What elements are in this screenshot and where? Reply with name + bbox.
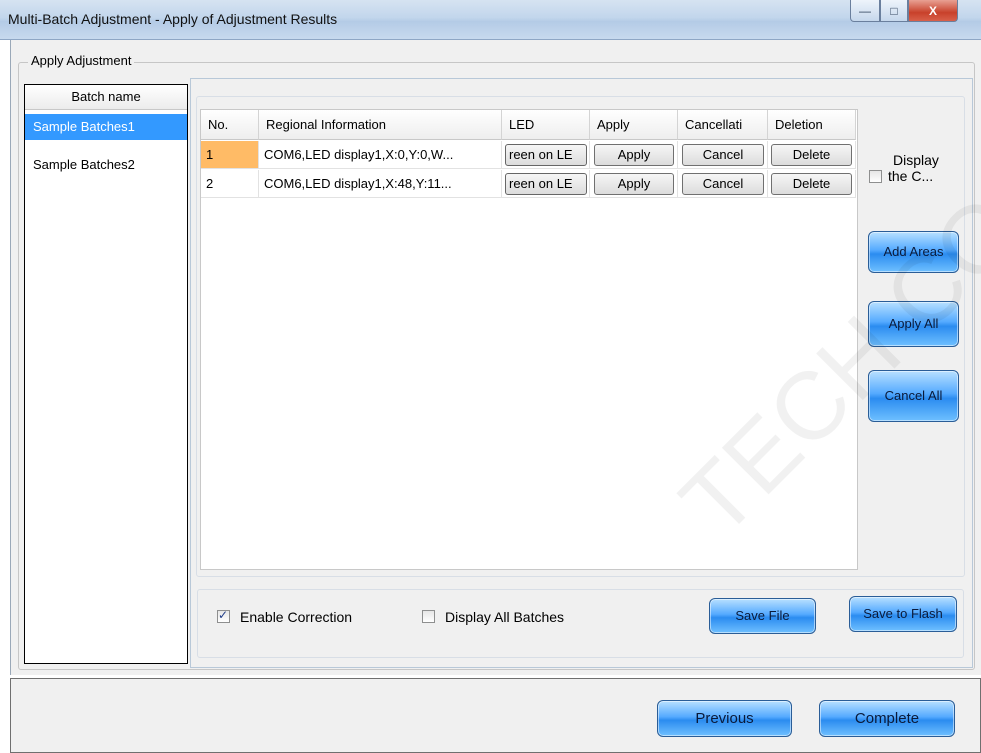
window-controls: — □ X	[850, 0, 974, 22]
column-header-no[interactable]: No.	[201, 110, 259, 140]
save-to-flash-button[interactable]: Save to Flash	[849, 596, 957, 632]
display-all-batches-checkbox[interactable]	[422, 610, 435, 623]
table-row-2-info[interactable]: COM6,LED display1,X:48,Y:11...	[259, 170, 502, 198]
row-2-led-button[interactable]: reen on LE	[505, 173, 587, 195]
batch-item-1[interactable]: Sample Batches1	[25, 114, 187, 140]
table-row-1-info[interactable]: COM6,LED display1,X:0,Y:0,W...	[259, 141, 502, 169]
row-1-cancel-button[interactable]: Cancel	[682, 144, 764, 166]
previous-button[interactable]: Previous	[657, 700, 792, 737]
table-row-1-no[interactable]: 1	[201, 141, 259, 169]
column-header-cancellation[interactable]: Cancellati	[678, 110, 768, 140]
column-header-deletion[interactable]: Deletion	[768, 110, 856, 140]
row-1-led-button[interactable]: reen on LE	[505, 144, 587, 166]
enable-correction-label[interactable]: Enable Correction	[240, 609, 352, 625]
display-all-batches-label[interactable]: Display All Batches	[445, 609, 564, 625]
minimize-button[interactable]: —	[850, 0, 880, 22]
column-header-led[interactable]: LED	[502, 110, 590, 140]
display-label-line1: Display	[893, 152, 939, 168]
table-row-2-no[interactable]: 2	[201, 170, 259, 198]
batch-list-header[interactable]: Batch name	[25, 85, 187, 110]
column-header-regional-information[interactable]: Regional Information	[259, 110, 502, 140]
row-1-apply-button[interactable]: Apply	[594, 144, 674, 166]
row-1-delete-button[interactable]: Delete	[771, 144, 852, 166]
cancel-all-button[interactable]: Cancel All	[868, 370, 959, 422]
enable-correction-checkbox[interactable]	[217, 608, 230, 623]
apply-all-button[interactable]: Apply All	[868, 301, 959, 347]
maximize-button[interactable]: □	[880, 0, 908, 22]
window-title: Multi-Batch Adjustment - Apply of Adjust…	[8, 11, 338, 27]
row-2-delete-button[interactable]: Delete	[771, 173, 852, 195]
display-label-line2: the C...	[888, 168, 934, 184]
close-button[interactable]: X	[908, 0, 958, 22]
display-current-checkbox[interactable]	[869, 170, 882, 183]
row-2-cancel-button[interactable]: Cancel	[682, 173, 764, 195]
group-label: Apply Adjustment	[28, 53, 135, 68]
add-areas-button[interactable]: Add Areas	[868, 231, 959, 273]
batch-item-2[interactable]: Sample Batches2	[25, 152, 187, 178]
save-file-button[interactable]: Save File	[709, 598, 816, 634]
column-header-apply[interactable]: Apply	[590, 110, 678, 140]
complete-button[interactable]: Complete	[819, 700, 955, 737]
row-2-apply-button[interactable]: Apply	[594, 173, 674, 195]
title-bar: Multi-Batch Adjustment - Apply of Adjust…	[0, 0, 981, 40]
